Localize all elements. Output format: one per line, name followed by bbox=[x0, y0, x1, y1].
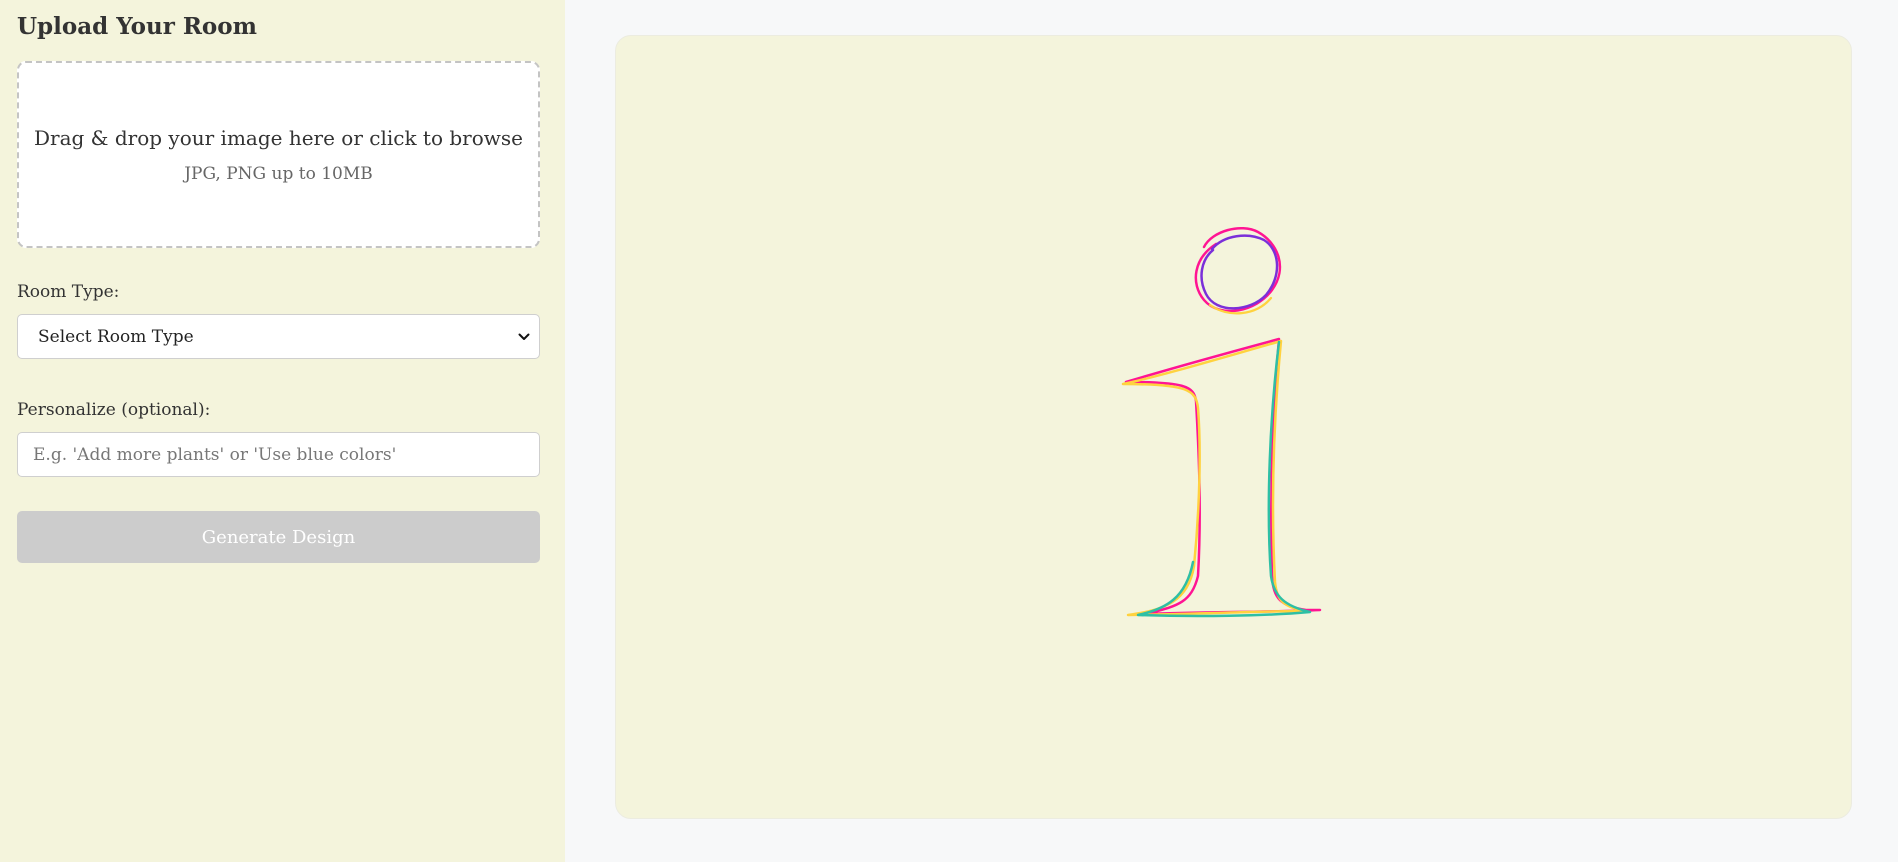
dropzone-instructions: Drag & drop your image here or click to … bbox=[34, 125, 523, 150]
personalize-input[interactable] bbox=[17, 432, 540, 477]
info-icon bbox=[1121, 227, 1322, 618]
upload-sidebar: Upload Your Room Drag & drop your image … bbox=[0, 0, 565, 862]
room-type-select[interactable]: Select Room Type bbox=[17, 314, 540, 359]
image-dropzone[interactable]: Drag & drop your image here or click to … bbox=[17, 61, 540, 248]
room-type-label: Room Type: bbox=[17, 282, 120, 302]
design-preview-panel bbox=[615, 35, 1852, 819]
generate-design-button[interactable]: Generate Design bbox=[17, 511, 540, 563]
personalize-label: Personalize (optional): bbox=[17, 400, 211, 420]
main-area bbox=[565, 0, 1898, 862]
dropzone-file-limits: JPG, PNG up to 10MB bbox=[184, 163, 373, 184]
room-type-selected-value: Select Room Type bbox=[38, 326, 194, 347]
chevron-down-icon bbox=[517, 330, 531, 344]
app-root: Upload Your Room Drag & drop your image … bbox=[0, 0, 1898, 862]
sidebar-title: Upload Your Room bbox=[17, 13, 257, 40]
